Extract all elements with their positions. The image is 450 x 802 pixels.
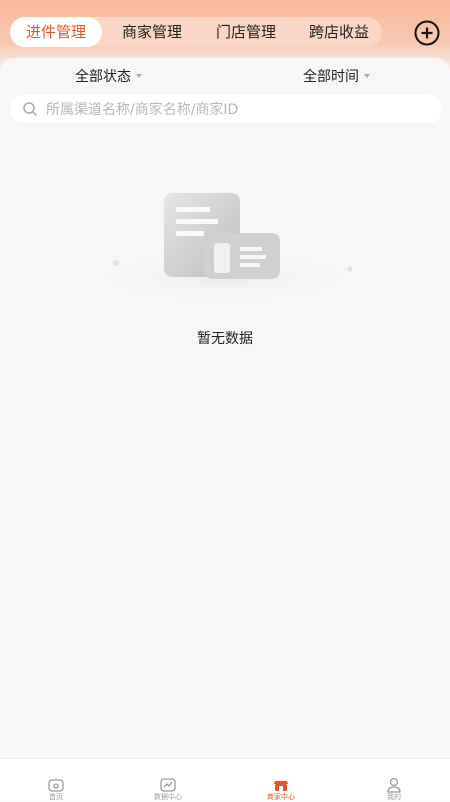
status-filter[interactable]: 全部状态 [75,66,142,86]
nav-home-label: 首页 [49,793,63,801]
search-icon [23,102,37,116]
nav-data-center-label: 数据中心 [154,793,182,801]
status-filter-label: 全部状态 [75,69,131,85]
nav-merchant-center[interactable]: 商家中心 [225,759,337,801]
nav-data-center[interactable]: 数据中心 [112,759,224,801]
nav-home[interactable]: 首页 [0,759,112,801]
nav-merchant-center-label: 商家中心 [267,793,295,801]
time-filter-label: 全部时间 [303,69,359,85]
tab-merchant-management[interactable]: 商家管理 [108,17,196,47]
time-filter[interactable]: 全部时间 [303,66,370,86]
search-bar[interactable] [10,95,442,125]
tab-store-management[interactable]: 门店管理 [202,17,290,47]
bottom-navigation: 首页 数据中心 商家中心 我的 [0,758,450,801]
caret-down-icon [364,74,370,78]
caret-down-icon [136,74,142,78]
tab-bar: 进件管理 商家管理 门店管理 跨店收益 [10,17,382,47]
nav-profile-label: 我的 [387,793,401,801]
empty-state-text: 暂无数据 [197,331,253,347]
search-input[interactable] [44,95,428,125]
empty-documents-icon [80,193,370,307]
tab-cross-store-earnings[interactable]: 跨店收益 [296,17,382,47]
tab-application-management[interactable]: 进件管理 [10,17,102,47]
add-circle-icon[interactable] [414,20,440,46]
nav-profile[interactable]: 我的 [338,759,450,801]
content-panel: 全部状态 全部时间 [0,58,450,758]
